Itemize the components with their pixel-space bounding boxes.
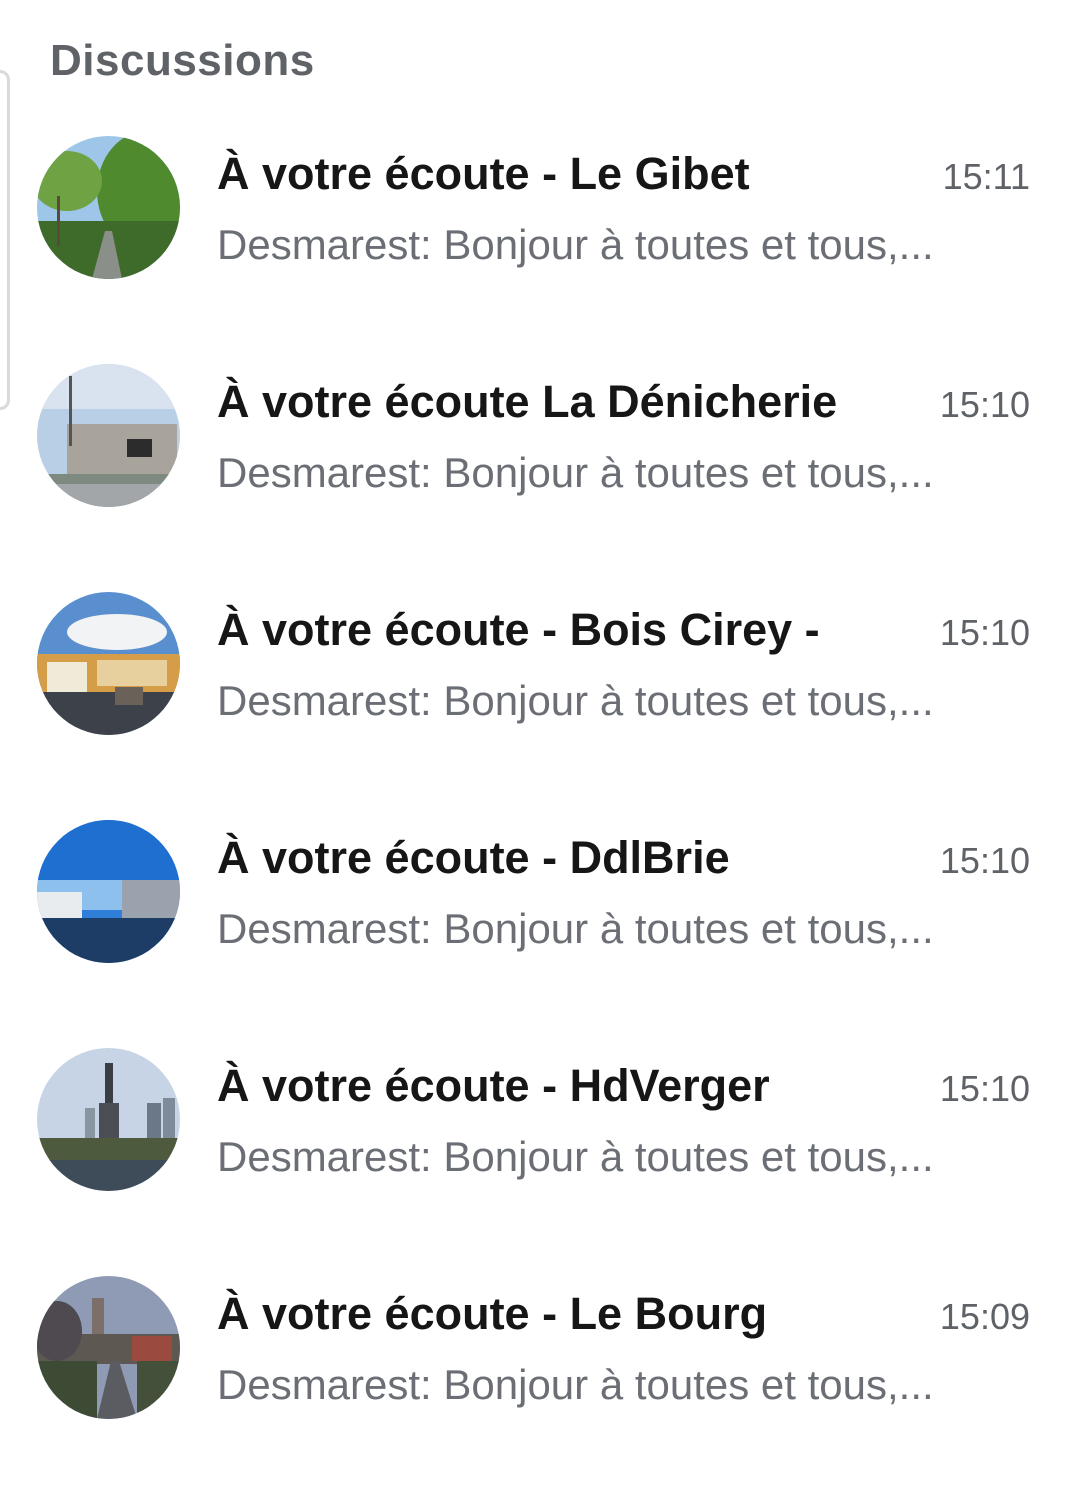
chat-name: À votre écoute - HdVerger: [217, 1060, 770, 1111]
photo-village-road-icon: [37, 1276, 180, 1419]
photo-blue-sky-street-icon: [37, 820, 180, 963]
chat-time: 15:10: [939, 1068, 1030, 1109]
photo-statue-towers-icon: [37, 1048, 180, 1191]
chat-preview: Desmarest: Bonjour à toutes et tous,...: [217, 677, 934, 724]
section-title: Discussions: [50, 36, 315, 85]
chat-time: 15:11: [942, 156, 1030, 197]
photo-street-houses-icon: [37, 592, 180, 735]
avatar[interactable]: [37, 136, 180, 279]
chat-name: À votre écoute - DdlBrie: [217, 832, 730, 883]
chat-item[interactable]: À votre écoute La Dénicherie 15:10 Desma…: [0, 336, 1080, 564]
chat-item[interactable]: À votre écoute - DdlBrie 15:10 Desmarest…: [0, 792, 1080, 1020]
avatar[interactable]: [37, 592, 180, 735]
photo-building-icon: [37, 364, 180, 507]
chat-time: 15:10: [939, 840, 1030, 881]
chat-name: À votre écoute - Le Gibet: [217, 148, 750, 199]
chat-preview: Desmarest: Bonjour à toutes et tous,...: [217, 905, 934, 952]
chat-preview: Desmarest: Bonjour à toutes et tous,...: [217, 221, 934, 268]
chat-item[interactable]: À votre écoute - Le Gibet 15:11 Desmares…: [0, 108, 1080, 336]
chat-preview: Desmarest: Bonjour à toutes et tous,...: [217, 1361, 934, 1408]
chat-list: À votre écoute - Le Gibet 15:11 Desmares…: [0, 108, 1080, 1476]
chat-name: À votre écoute - Le Bourg: [217, 1288, 768, 1339]
avatar[interactable]: [37, 1048, 180, 1191]
avatar[interactable]: [37, 364, 180, 507]
chat-name: À votre écoute La Dénicherie: [217, 376, 838, 427]
chat-preview: Desmarest: Bonjour à toutes et tous,...: [217, 449, 934, 496]
chat-time: 15:10: [939, 384, 1030, 425]
chat-time: 15:09: [939, 1296, 1030, 1337]
chat-name: À votre écoute - Bois Cirey -: [217, 604, 820, 655]
chat-item[interactable]: À votre écoute - Bois Cirey - 15:10 Desm…: [0, 564, 1080, 792]
avatar[interactable]: [37, 1276, 180, 1419]
chat-preview: Desmarest: Bonjour à toutes et tous,...: [217, 1133, 934, 1180]
photo-trees-road-icon: [37, 136, 180, 279]
chat-item[interactable]: À votre écoute - Le Bourg 15:09 Desmares…: [0, 1248, 1080, 1476]
chat-item[interactable]: À votre écoute - HdVerger 15:10 Desmares…: [0, 1020, 1080, 1248]
chat-time: 15:10: [939, 612, 1030, 653]
avatar[interactable]: [37, 820, 180, 963]
